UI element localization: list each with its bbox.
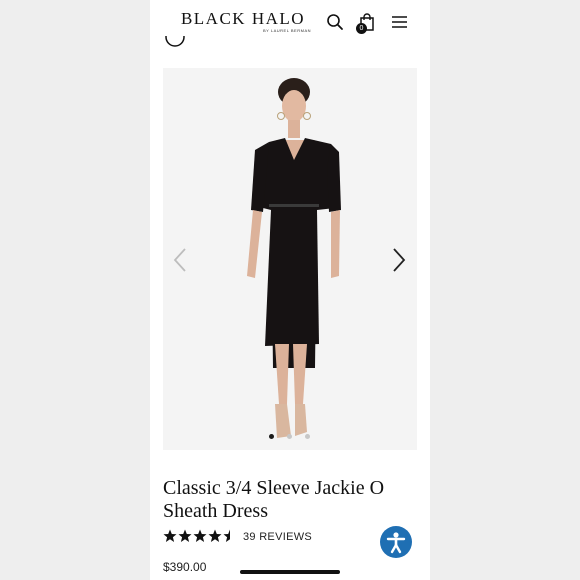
mobile-page: BLACK HALO BY LAUREL BERMAN 0 Classic 3/… (150, 0, 430, 580)
menu-icon (392, 16, 407, 28)
gallery-pagination (269, 434, 313, 440)
product-price: $390.00 (163, 560, 207, 574)
cart-count-badge: 0 (356, 23, 367, 34)
product-title: Classic 3/4 Sleeve Jackie O Sheath Dress (163, 477, 385, 522)
logo-subtext: BY LAUREL BERMAN (262, 28, 311, 33)
home-indicator[interactable] (240, 570, 340, 574)
reviews-link[interactable]: 39 REVIEWS (243, 531, 312, 543)
chevron-left-icon (173, 248, 186, 272)
gallery-dot-2[interactable] (287, 434, 292, 439)
rating-stars-icon (163, 529, 230, 542)
brand-logo[interactable]: BLACK HALO BY LAUREL BERMAN (173, 9, 313, 34)
gallery-dot-1[interactable] (269, 434, 274, 439)
gallery-dot-3[interactable] (305, 434, 310, 439)
accessibility-icon (386, 532, 406, 554)
product-image-gallery[interactable] (163, 68, 417, 450)
product-photo (247, 78, 341, 438)
back-button[interactable] (164, 36, 186, 48)
site-header: BLACK HALO BY LAUREL BERMAN 0 (150, 0, 430, 46)
background-left (0, 0, 150, 580)
search-button[interactable] (325, 12, 345, 32)
logo-text: BLACK HALO (180, 9, 306, 28)
chevron-right-icon (393, 248, 406, 272)
product-rating[interactable]: 39 REVIEWS (163, 529, 363, 545)
back-circle-icon (165, 36, 185, 47)
accessibility-button[interactable] (380, 526, 412, 558)
search-icon (327, 14, 343, 30)
next-image-button[interactable] (392, 247, 406, 273)
previous-image-button[interactable] (173, 247, 187, 273)
menu-button[interactable] (390, 12, 410, 32)
cart-button[interactable]: 0 (356, 12, 377, 34)
background-right (430, 0, 580, 580)
